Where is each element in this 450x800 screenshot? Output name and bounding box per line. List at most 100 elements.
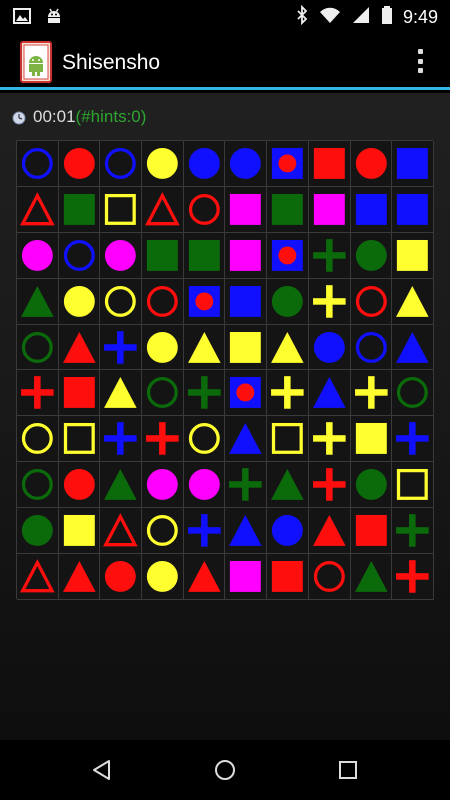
tile-blue-square[interactable] [392, 186, 434, 233]
tile-blue-circle[interactable] [308, 324, 351, 371]
tile-blue-ring[interactable] [350, 324, 393, 371]
overflow-menu-icon[interactable] [410, 45, 430, 77]
tile-yellow-ring[interactable] [183, 416, 226, 463]
tile-red-cross[interactable] [142, 416, 184, 463]
tile-magenta-circle[interactable] [142, 462, 184, 509]
tile-red-cross[interactable] [17, 370, 59, 417]
tile-magenta-square[interactable] [225, 186, 268, 233]
tile-blue-cross[interactable] [392, 416, 434, 463]
tile-blue-cross[interactable] [183, 508, 226, 555]
tile-blue-ring[interactable] [58, 232, 101, 279]
recents-button[interactable] [323, 745, 373, 795]
tile-yellow-ring[interactable] [100, 278, 143, 325]
tile-blue-circle[interactable] [267, 508, 309, 555]
tile-green-square[interactable] [58, 186, 101, 233]
tile-yellow-triangle[interactable] [100, 370, 143, 417]
tile-yellow-ring[interactable] [17, 416, 59, 463]
tile-red-square[interactable] [58, 370, 101, 417]
tile-green-triangle[interactable] [350, 554, 393, 600]
tile-blue-triangle[interactable] [225, 416, 268, 463]
tile-red-circle[interactable] [100, 554, 143, 600]
tile-blue-triangle[interactable] [308, 370, 351, 417]
tile-yellow-square-outline[interactable] [267, 416, 309, 463]
tile-blue-ring[interactable] [100, 141, 143, 187]
tile-green-circle[interactable] [17, 508, 59, 555]
tile-blue-square[interactable] [392, 141, 434, 187]
app-icon[interactable] [20, 41, 52, 83]
tile-green-cross[interactable] [392, 508, 434, 555]
back-button[interactable] [77, 745, 127, 795]
tile-blue-circle[interactable] [225, 141, 268, 187]
tile-green-square[interactable] [183, 232, 226, 279]
tile-yellow-square-outline[interactable] [58, 416, 101, 463]
tile-red-cross[interactable] [308, 462, 351, 509]
tile-green-ring[interactable] [17, 324, 59, 371]
tile-magenta-circle[interactable] [100, 232, 143, 279]
tile-green-circle[interactable] [267, 278, 309, 325]
tile-yellow-cross[interactable] [308, 416, 351, 463]
tile-yellow-square-outline[interactable] [100, 186, 143, 233]
tile-red-triangle-outline[interactable] [17, 186, 59, 233]
tile-yellow-square[interactable] [58, 508, 101, 555]
tile-magenta-square[interactable] [225, 232, 268, 279]
tile-blue-square[interactable] [225, 278, 268, 325]
tile-red-triangle[interactable] [58, 324, 101, 371]
tile-red-ring[interactable] [183, 186, 226, 233]
tile-red-circle[interactable] [350, 141, 393, 187]
tile-red-ring[interactable] [350, 278, 393, 325]
tile-blue-square-dot[interactable] [225, 370, 268, 417]
tile-green-square[interactable] [142, 232, 184, 279]
tile-yellow-square[interactable] [392, 232, 434, 279]
tile-magenta-square[interactable] [225, 554, 268, 600]
tile-blue-square-dot[interactable] [183, 278, 226, 325]
tile-yellow-triangle[interactable] [267, 324, 309, 371]
tile-yellow-triangle[interactable] [392, 278, 434, 325]
tile-red-triangle-outline[interactable] [17, 554, 59, 600]
tile-blue-cross[interactable] [100, 324, 143, 371]
tile-blue-triangle[interactable] [225, 508, 268, 555]
tile-yellow-square[interactable] [225, 324, 268, 371]
tile-green-circle[interactable] [350, 462, 393, 509]
tile-yellow-circle[interactable] [58, 278, 101, 325]
tile-yellow-circle[interactable] [142, 324, 184, 371]
tile-yellow-cross[interactable] [308, 278, 351, 325]
tile-yellow-cross[interactable] [267, 370, 309, 417]
tile-yellow-triangle[interactable] [183, 324, 226, 371]
tile-red-triangle[interactable] [308, 508, 351, 555]
tile-blue-square-dot[interactable] [267, 141, 309, 187]
tile-blue-circle[interactable] [183, 141, 226, 187]
tile-green-square[interactable] [267, 186, 309, 233]
tile-green-triangle[interactable] [100, 462, 143, 509]
tile-green-cross[interactable] [183, 370, 226, 417]
tile-green-triangle[interactable] [17, 278, 59, 325]
tile-red-square[interactable] [267, 554, 309, 600]
tile-red-square[interactable] [308, 141, 351, 187]
tile-green-ring[interactable] [17, 462, 59, 509]
tile-green-ring[interactable] [142, 370, 184, 417]
tile-red-cross[interactable] [392, 554, 434, 600]
home-button[interactable] [200, 745, 250, 795]
tile-green-cross[interactable] [225, 462, 268, 509]
tile-yellow-circle[interactable] [142, 141, 184, 187]
tile-blue-square-dot[interactable] [267, 232, 309, 279]
tile-green-circle[interactable] [350, 232, 393, 279]
tile-red-ring[interactable] [142, 278, 184, 325]
tile-red-triangle[interactable] [183, 554, 226, 600]
tile-blue-ring[interactable] [17, 141, 59, 187]
tile-green-triangle[interactable] [267, 462, 309, 509]
tile-blue-square[interactable] [350, 186, 393, 233]
tile-yellow-cross[interactable] [350, 370, 393, 417]
tile-yellow-square-outline[interactable] [392, 462, 434, 509]
tile-red-triangle[interactable] [58, 554, 101, 600]
tile-red-square[interactable] [350, 508, 393, 555]
tile-red-triangle-outline[interactable] [142, 186, 184, 233]
tile-blue-triangle[interactable] [392, 324, 434, 371]
tile-magenta-circle[interactable] [17, 232, 59, 279]
tile-green-cross[interactable] [308, 232, 351, 279]
tile-magenta-circle[interactable] [183, 462, 226, 509]
tile-green-ring[interactable] [392, 370, 434, 417]
tile-red-triangle-outline[interactable] [100, 508, 143, 555]
tile-yellow-square[interactable] [350, 416, 393, 463]
tile-yellow-circle[interactable] [142, 554, 184, 600]
tile-magenta-square[interactable] [308, 186, 351, 233]
